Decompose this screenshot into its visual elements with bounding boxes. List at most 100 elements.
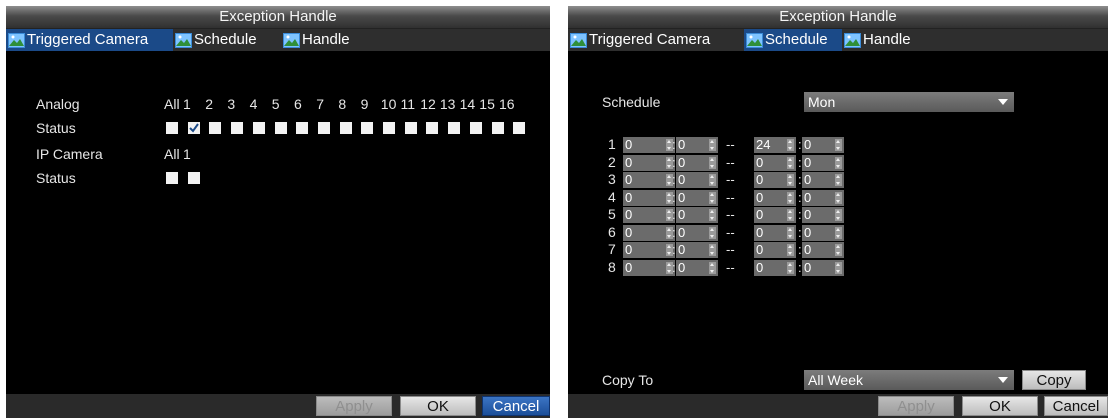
start-hour-spinner[interactable]: 0	[623, 137, 675, 153]
end-hour-spinner[interactable]: 0	[754, 259, 796, 276]
up-down-arrows-icon[interactable]	[835, 174, 842, 186]
ip-status-checkbox[interactable]	[187, 172, 200, 184]
range-dash: --	[726, 242, 735, 257]
spinner-value: 0	[678, 207, 686, 222]
channel-status-checkbox[interactable]	[448, 122, 461, 134]
end-minute-spinner[interactable]: 0	[802, 137, 844, 153]
channel-status-checkbox[interactable]	[513, 122, 526, 134]
up-down-arrows-icon[interactable]	[709, 261, 716, 274]
tab-schedule[interactable]: Schedule	[173, 29, 281, 51]
end-hour-spinner[interactable]: 0	[754, 242, 796, 258]
start-minute-spinner[interactable]: 0	[676, 154, 718, 171]
channel-status-checkbox[interactable]	[469, 122, 482, 134]
start-hour-spinner[interactable]: 0	[623, 242, 675, 258]
channel-status-checkbox[interactable]	[231, 122, 244, 134]
status-label: Status	[36, 120, 76, 136]
start-hour-spinner[interactable]: 0	[623, 207, 675, 223]
end-hour-spinner[interactable]: 0	[754, 207, 796, 223]
ip-status-checkbox[interactable]	[166, 172, 178, 184]
start-minute-spinner[interactable]: 0	[676, 172, 718, 188]
copy-to-select[interactable]: All Week	[804, 370, 1014, 390]
up-down-arrows-icon[interactable]	[787, 209, 794, 221]
up-down-arrows-icon[interactable]	[709, 139, 716, 151]
up-down-arrows-icon[interactable]	[787, 226, 794, 239]
end-hour-spinner[interactable]: 24	[754, 137, 796, 153]
start-hour-spinner[interactable]: 0	[623, 172, 675, 188]
start-minute-spinner[interactable]: 0	[676, 189, 718, 206]
tab-schedule[interactable]: Schedule	[744, 29, 842, 51]
ip-all-label: All	[164, 146, 180, 162]
up-down-arrows-icon[interactable]	[709, 174, 716, 186]
up-down-arrows-icon[interactable]	[787, 244, 794, 256]
apply-button[interactable]: Apply	[878, 396, 954, 416]
channel-number: 12	[420, 96, 436, 112]
channel-status-checkbox[interactable]	[252, 122, 265, 134]
up-down-arrows-icon[interactable]	[709, 244, 716, 256]
channel-status-checkbox[interactable]	[317, 122, 330, 134]
channel-status-checkbox[interactable]	[404, 122, 417, 134]
channel-status-checkbox[interactable]	[187, 122, 200, 134]
tab-handle[interactable]: Handle	[842, 29, 926, 51]
end-minute-spinner[interactable]: 0	[802, 154, 844, 171]
schedule-day-select[interactable]: Mon	[804, 92, 1014, 112]
end-hour-spinner[interactable]: 0	[754, 189, 796, 206]
end-minute-spinner[interactable]: 0	[802, 259, 844, 276]
tab-handle[interactable]: Handle	[281, 29, 371, 51]
end-hour-spinner[interactable]: 0	[754, 172, 796, 188]
end-minute-spinner[interactable]: 0	[802, 242, 844, 258]
end-minute-spinner[interactable]: 0	[802, 207, 844, 223]
apply-button[interactable]: Apply	[316, 396, 392, 416]
up-down-arrows-icon[interactable]	[787, 156, 794, 169]
ok-button[interactable]: OK	[400, 396, 476, 416]
up-down-arrows-icon[interactable]	[787, 191, 794, 204]
channel-status-checkbox[interactable]	[209, 122, 222, 134]
range-dash: --	[726, 172, 735, 187]
up-down-arrows-icon[interactable]	[835, 209, 842, 221]
up-down-arrows-icon[interactable]	[835, 226, 842, 239]
up-down-arrows-icon[interactable]	[835, 139, 842, 151]
end-hour-spinner[interactable]: 0	[754, 224, 796, 241]
up-down-arrows-icon[interactable]	[709, 209, 716, 221]
end-minute-spinner[interactable]: 0	[802, 189, 844, 206]
schedule-day-value: Mon	[808, 94, 836, 110]
up-down-arrows-icon[interactable]	[787, 139, 794, 151]
channel-status-checkbox[interactable]	[274, 122, 287, 134]
up-down-arrows-icon[interactable]	[787, 174, 794, 186]
start-hour-spinner[interactable]: 0	[623, 259, 675, 276]
start-minute-spinner[interactable]: 0	[676, 137, 718, 153]
channel-status-checkbox[interactable]	[426, 122, 439, 134]
end-minute-spinner[interactable]: 0	[802, 224, 844, 241]
up-down-arrows-icon[interactable]	[787, 261, 794, 274]
tab-triggered-camera[interactable]: Triggered Camera	[6, 29, 173, 51]
start-minute-spinner[interactable]: 0	[676, 259, 718, 276]
start-hour-spinner[interactable]: 0	[623, 224, 675, 241]
up-down-arrows-icon[interactable]	[709, 226, 716, 239]
start-minute-spinner[interactable]: 0	[676, 207, 718, 223]
up-down-arrows-icon[interactable]	[709, 191, 716, 204]
end-hour-spinner[interactable]: 0	[754, 154, 796, 171]
up-down-arrows-icon[interactable]	[709, 156, 716, 169]
start-minute-spinner[interactable]: 0	[676, 242, 718, 258]
copy-button[interactable]: Copy	[1022, 370, 1086, 390]
channel-status-checkbox[interactable]	[361, 122, 374, 134]
spinner-value: 0	[678, 224, 686, 240]
ok-button[interactable]: OK	[962, 396, 1038, 416]
up-down-arrows-icon[interactable]	[835, 261, 842, 274]
spinner-value: 0	[756, 154, 764, 170]
start-minute-spinner[interactable]: 0	[676, 224, 718, 241]
channel-status-checkbox[interactable]	[491, 122, 504, 134]
channel-status-checkbox[interactable]	[296, 122, 309, 134]
channel-status-checkbox[interactable]	[383, 122, 395, 134]
up-down-arrows-icon[interactable]	[835, 191, 842, 204]
cancel-button[interactable]: Cancel	[1044, 396, 1108, 416]
up-down-arrows-icon[interactable]	[835, 156, 842, 169]
cancel-button[interactable]: Cancel	[482, 396, 550, 416]
start-hour-spinner[interactable]: 0	[623, 154, 675, 171]
tab-triggered-camera[interactable]: Triggered Camera	[568, 29, 744, 51]
end-minute-spinner[interactable]: 0	[802, 172, 844, 188]
start-hour-spinner[interactable]: 0	[623, 189, 675, 206]
channel-status-checkbox[interactable]	[339, 122, 352, 134]
channel-status-checkbox[interactable]	[166, 122, 178, 134]
channel-number: 3	[227, 96, 236, 112]
up-down-arrows-icon[interactable]	[835, 244, 842, 256]
